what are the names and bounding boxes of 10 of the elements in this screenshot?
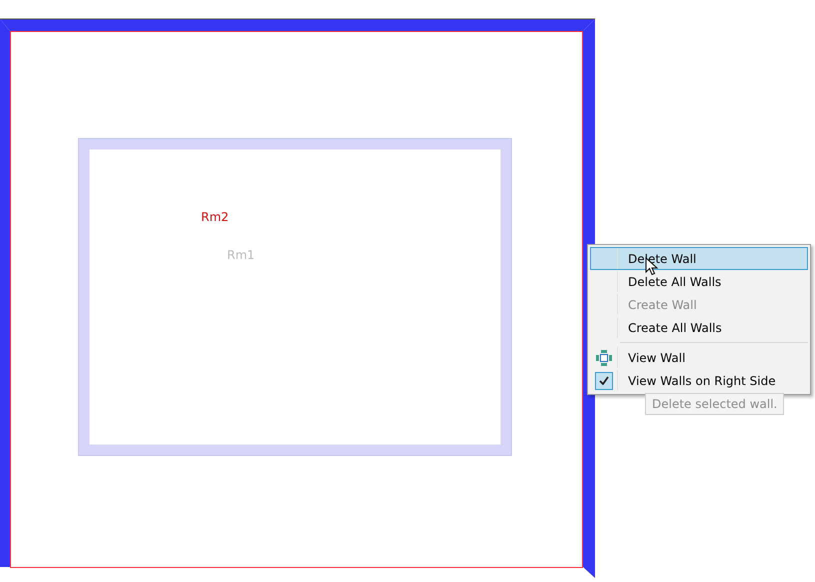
menu-item[interactable]: Create All Walls bbox=[590, 316, 808, 339]
menu-item[interactable]: View Walls on Right Side bbox=[590, 369, 808, 392]
wall-view-icon bbox=[596, 350, 612, 366]
menu-item[interactable]: Delete All Walls bbox=[590, 270, 808, 293]
room-label: Rm2 bbox=[201, 210, 229, 224]
tooltip: Delete selected wall. bbox=[645, 393, 784, 415]
checkbox[interactable] bbox=[595, 372, 613, 390]
room-label: Rm1 bbox=[227, 248, 255, 262]
check-icon bbox=[599, 376, 609, 385]
menu-item[interactable]: View Wall bbox=[590, 346, 808, 369]
